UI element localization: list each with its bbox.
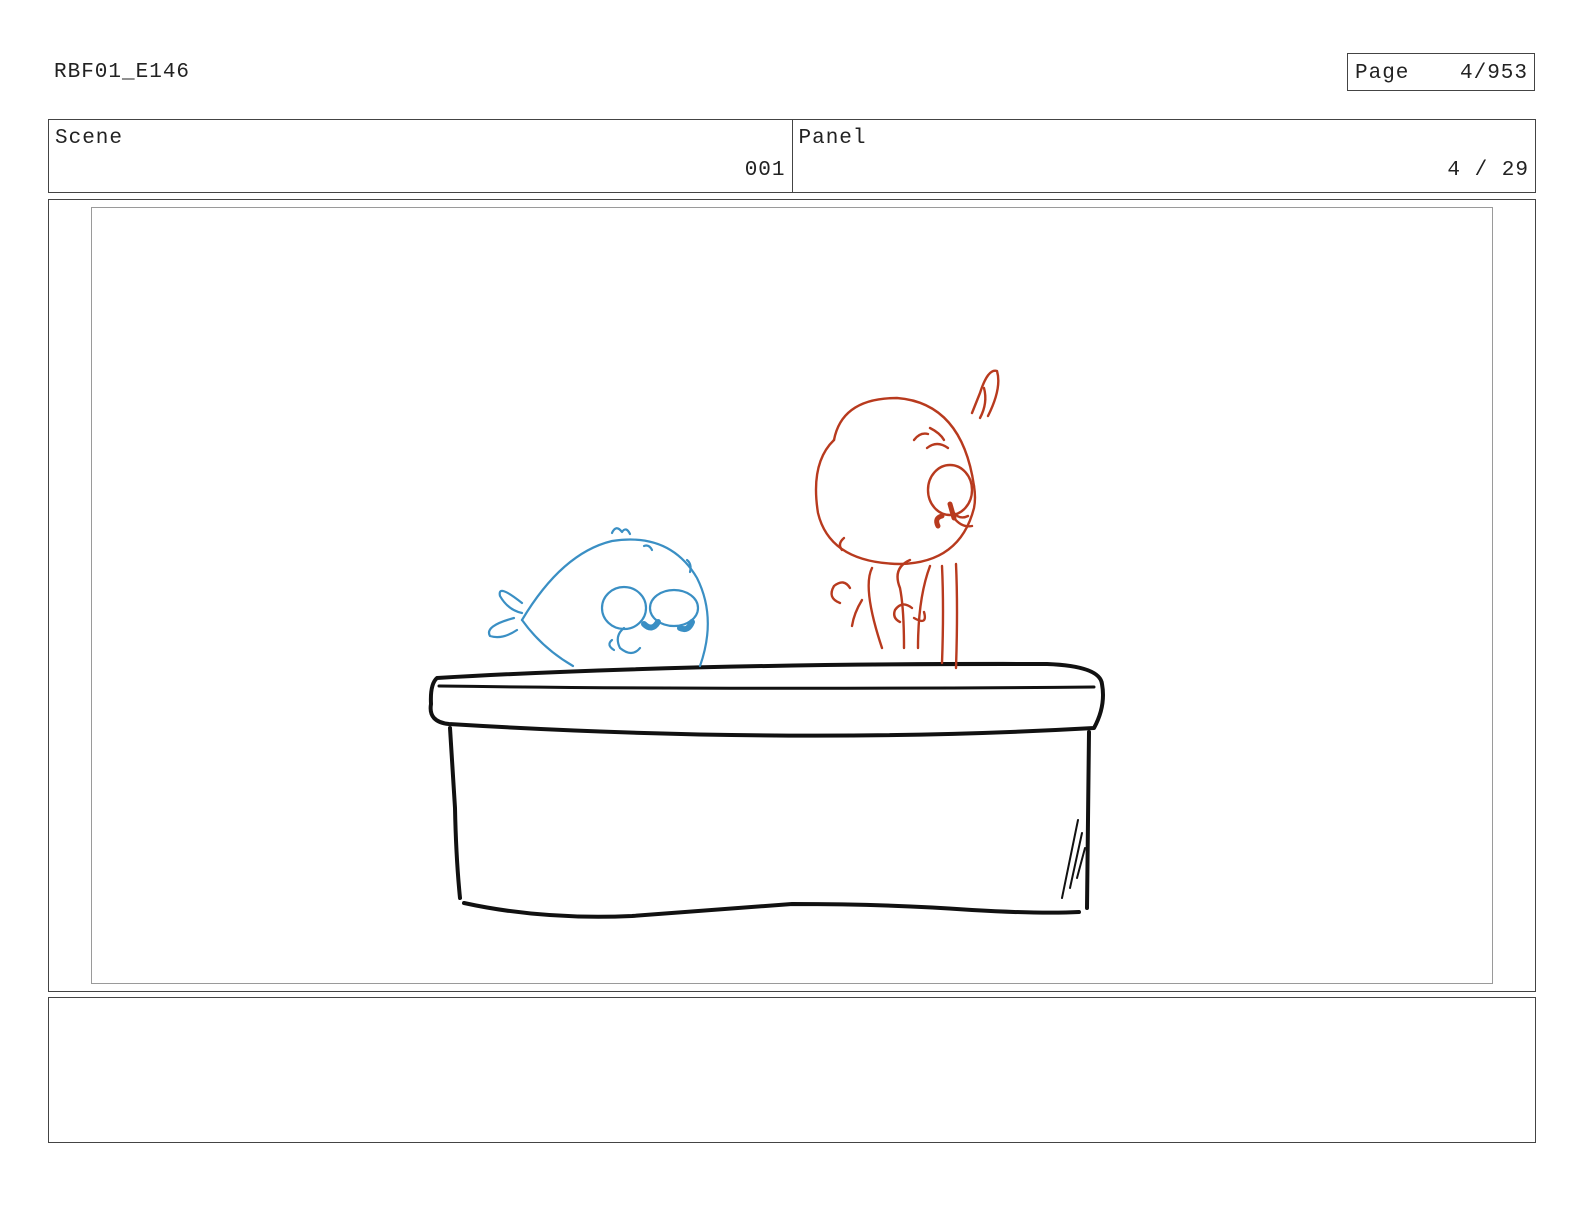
panel-notes-box (48, 997, 1536, 1143)
scene-panel-header: Scene 001 Panel 4 / 29 (48, 119, 1536, 193)
scene-number: 001 (744, 159, 786, 182)
panel-sketch (428, 369, 1105, 919)
page-indicator: Page 4/953 (1347, 53, 1535, 91)
panel-cell: Panel 4 / 29 (791, 120, 1536, 192)
page-label: Page (1355, 62, 1410, 85)
storyboard-panel-image (91, 207, 1493, 984)
panel-number: 4 / 29 (1447, 159, 1529, 182)
scene-label: Scene (55, 127, 124, 150)
scene-cell: Scene 001 (49, 120, 792, 192)
counter-sketch (428, 661, 1105, 919)
red-character-sketch (814, 369, 1000, 670)
blue-character-sketch (487, 527, 709, 668)
production-code: RBF01_E146 (54, 61, 191, 84)
storyboard-frame (48, 199, 1536, 992)
page-number: 4/953 (1459, 62, 1528, 85)
panel-label: Panel (798, 127, 867, 150)
